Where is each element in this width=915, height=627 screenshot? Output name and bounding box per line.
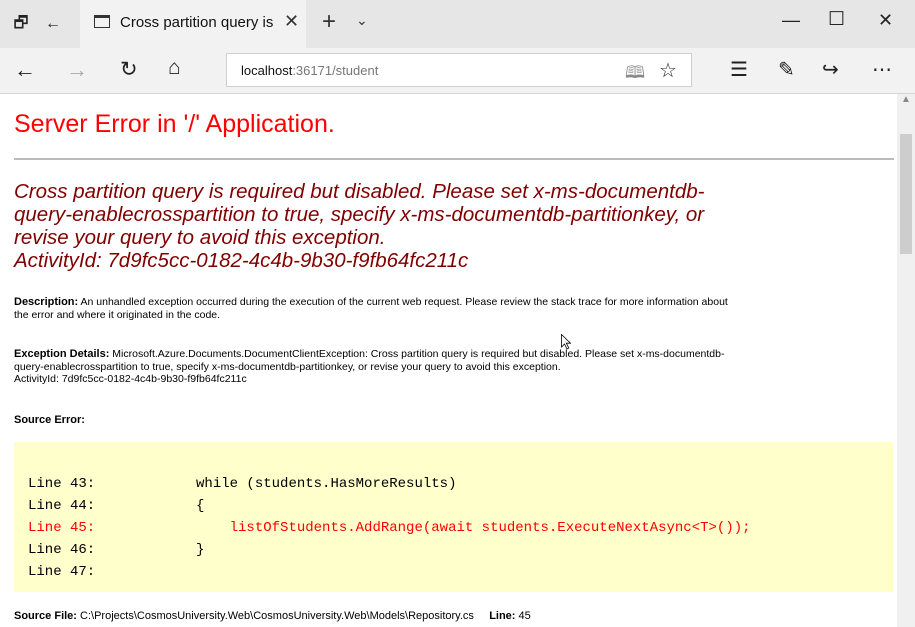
- source-file-info: Source File: C:\Projects\CosmosUniversit…: [14, 610, 531, 622]
- forward-icon[interactable]: →: [66, 57, 88, 83]
- more-icon[interactable]: ⋯: [872, 57, 892, 82]
- error-heading: Cross partition query is required but di…: [14, 180, 894, 272]
- chevron-down-icon[interactable]: ⌄: [356, 12, 368, 29]
- error-heading-line: revise your query to avoid this exceptio…: [14, 226, 386, 249]
- description-line: the error and where it originated in the…: [14, 308, 221, 321]
- page-title: Server Error in '/' Application.: [14, 110, 335, 138]
- close-window-icon[interactable]: ✕: [878, 10, 893, 31]
- activity-id-line: ActivityId: 7d9fc5cc-0182-4c4b-9b30-f9fb…: [14, 249, 469, 272]
- refresh-icon[interactable]: ↻: [120, 57, 138, 82]
- favorite-star-icon[interactable]: ☆: [659, 58, 677, 83]
- new-tab-icon[interactable]: +: [322, 8, 336, 36]
- favorites-hub-icon[interactable]: ☰: [730, 57, 748, 82]
- exception-label: Exception Details:: [14, 348, 110, 360]
- address-host: localhost: [241, 63, 293, 78]
- address-text[interactable]: localhost:36171/student: [241, 63, 378, 78]
- page-content: Server Error in '/' Application. Cross p…: [0, 94, 915, 627]
- error-heading-line: query-enablecrosspartition to true, spec…: [14, 203, 705, 226]
- address-bar[interactable]: localhost:36171/student 🕮 ☆: [226, 53, 692, 87]
- reading-view-icon[interactable]: 🕮: [625, 60, 645, 89]
- description-text: An unhandled exception occurred during t…: [80, 296, 728, 308]
- page-icon: [94, 15, 110, 28]
- source-file-path: C:\Projects\CosmosUniversity.Web\CosmosU…: [80, 610, 474, 622]
- code-line: Line 46: }: [28, 542, 205, 558]
- exception-text: Microsoft.Azure.Documents.DocumentClient…: [112, 348, 725, 360]
- tab-actions-icon[interactable]: 🗗: [10, 13, 32, 35]
- error-heading-line: Cross partition query is required but di…: [14, 180, 705, 203]
- description-line: Description: An unhandled exception occu…: [14, 296, 894, 309]
- description-label: Description:: [14, 296, 79, 308]
- back-icon[interactable]: ←: [14, 57, 36, 83]
- tabs-aside-icon[interactable]: ←: [42, 13, 64, 35]
- minimize-icon[interactable]: —: [782, 10, 800, 31]
- address-path: :36171/student: [292, 63, 379, 78]
- exception-line: Exception Details: Microsoft.Azure.Docum…: [14, 348, 894, 361]
- scrollbar-thumb[interactable]: [900, 134, 912, 254]
- browser-tab[interactable]: Cross partition query is ✕: [80, 0, 306, 48]
- browser-toolbar: ← → ↻ ⌂ localhost:36171/student 🕮 ☆ ☰ ✎ …: [0, 48, 915, 94]
- code-line: Line 43: while (students.HasMoreResults): [28, 476, 457, 492]
- description-block: Description: An unhandled exception occu…: [14, 296, 894, 321]
- exception-line: query-enablecrosspartition to true, spec…: [14, 360, 561, 373]
- mouse-cursor-icon: [561, 334, 571, 350]
- browser-title-bar: 🗗 ← Cross partition query is ✕ + ⌄ — ☐ ✕: [0, 0, 915, 48]
- vertical-scrollbar[interactable]: ▲: [897, 94, 915, 627]
- code-line: Line 47:: [28, 564, 96, 580]
- line-label: Line:: [489, 610, 516, 622]
- source-file-label: Source File:: [14, 610, 77, 622]
- web-note-icon[interactable]: ✎: [778, 57, 795, 82]
- share-icon[interactable]: ↪: [822, 57, 839, 82]
- close-tab-icon[interactable]: ✕: [284, 11, 299, 32]
- scroll-up-icon[interactable]: ▲: [901, 94, 911, 105]
- code-line-error: Line 45: listOfStudents.AddRange(await s…: [28, 520, 751, 536]
- exception-line: ActivityId: 7d9fc5cc-0182-4c4b-9b30-f9fb…: [14, 373, 247, 385]
- source-code-box: Line 43: while (students.HasMoreResults)…: [14, 442, 893, 592]
- exception-block: Exception Details: Microsoft.Azure.Docum…: [14, 348, 894, 386]
- tab-title: Cross partition query is: [120, 14, 274, 31]
- home-icon[interactable]: ⌂: [168, 56, 181, 80]
- code-line: Line 44: {: [28, 498, 205, 514]
- divider: [14, 158, 894, 160]
- line-number: 45: [518, 610, 531, 622]
- source-error-label: Source Error:: [14, 414, 85, 426]
- maximize-icon[interactable]: ☐: [828, 8, 845, 31]
